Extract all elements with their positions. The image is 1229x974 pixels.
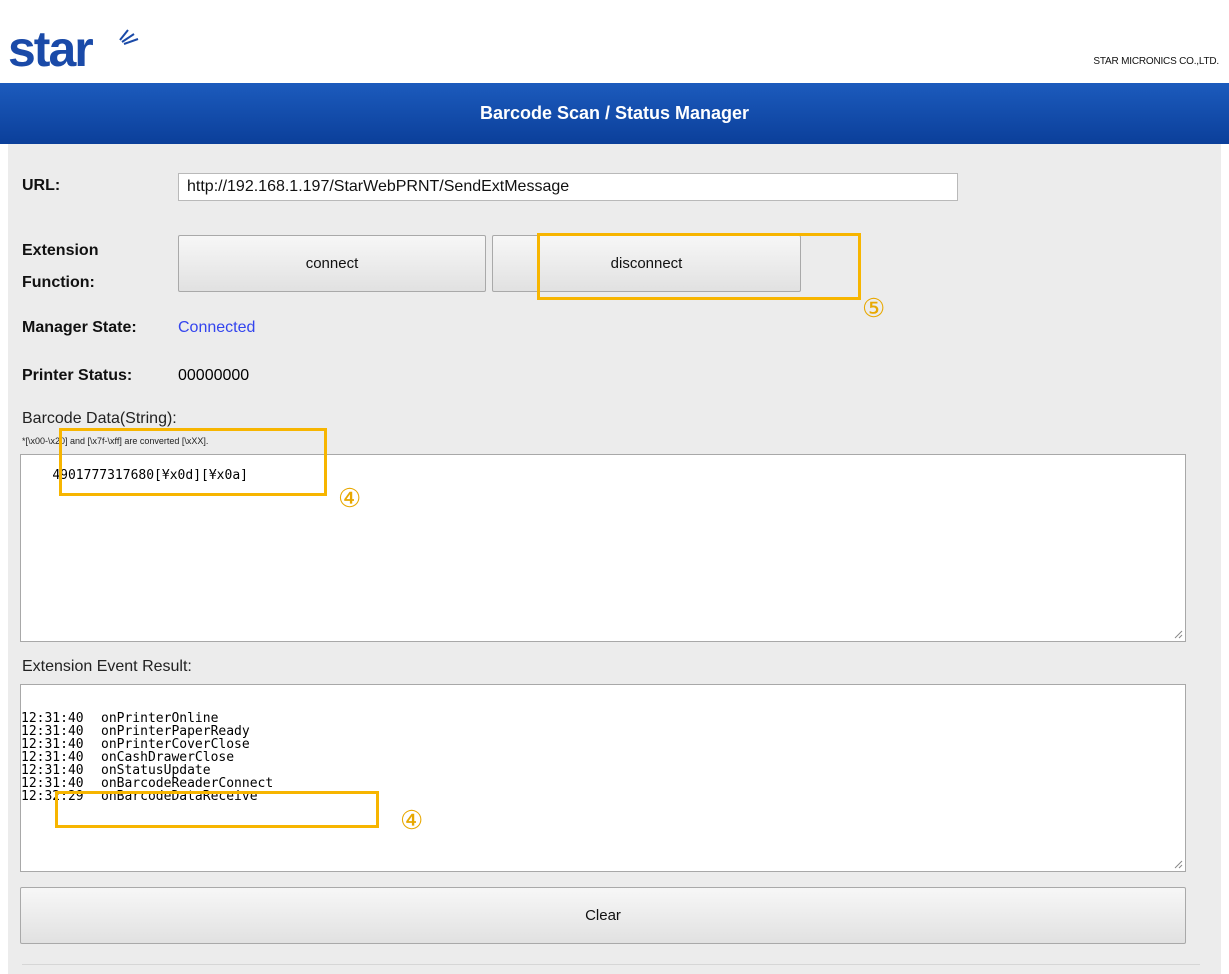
- manager-state-value: Connected: [178, 319, 256, 336]
- marker-4-event: ④: [400, 806, 424, 836]
- barcode-callout-box: [59, 428, 327, 496]
- marker-4-barcode: ④: [338, 484, 362, 514]
- printer-status-label: Printer Status:: [22, 367, 133, 384]
- resize-grip-icon[interactable]: [1173, 629, 1183, 639]
- extension-label-line1: Extension: [22, 242, 99, 259]
- disconnect-callout-box: [537, 233, 861, 300]
- url-input[interactable]: [178, 173, 958, 201]
- header: star STAR MICRONICS CO.,LTD.: [0, 0, 1229, 83]
- url-label: URL:: [22, 177, 61, 194]
- marker-5: ⑤: [862, 294, 886, 324]
- connect-button[interactable]: connect: [178, 235, 486, 292]
- manager-state-label: Manager State:: [22, 319, 137, 336]
- page-title: Barcode Scan / Status Manager: [479, 103, 750, 123]
- event-result-label: Extension Event Result:: [22, 658, 192, 675]
- bottom-divider: [22, 964, 1200, 965]
- printer-status-value: 00000000: [178, 367, 250, 384]
- barcode-data-label: Barcode Data(String):: [22, 410, 177, 427]
- event-callout-box: [55, 791, 379, 828]
- event-list: 12:31:40 onPrinterOnline 12:31:40 onPrinter…: [21, 712, 1185, 803]
- extension-label-line2: Function:: [22, 274, 95, 291]
- event-result-textarea[interactable]: 12:31:40 onPrinterOnline 12:31:40 onPrinter…: [20, 684, 1186, 872]
- star-logo: star: [8, 22, 139, 74]
- page-title-bar: Barcode Scan / Status Manager: [0, 83, 1229, 144]
- svg-text:star: star: [8, 22, 93, 74]
- company-name: STAR MICRONICS CO.,LTD.: [1093, 56, 1219, 67]
- resize-grip-icon[interactable]: [1173, 859, 1183, 869]
- clear-button[interactable]: Clear: [20, 887, 1186, 944]
